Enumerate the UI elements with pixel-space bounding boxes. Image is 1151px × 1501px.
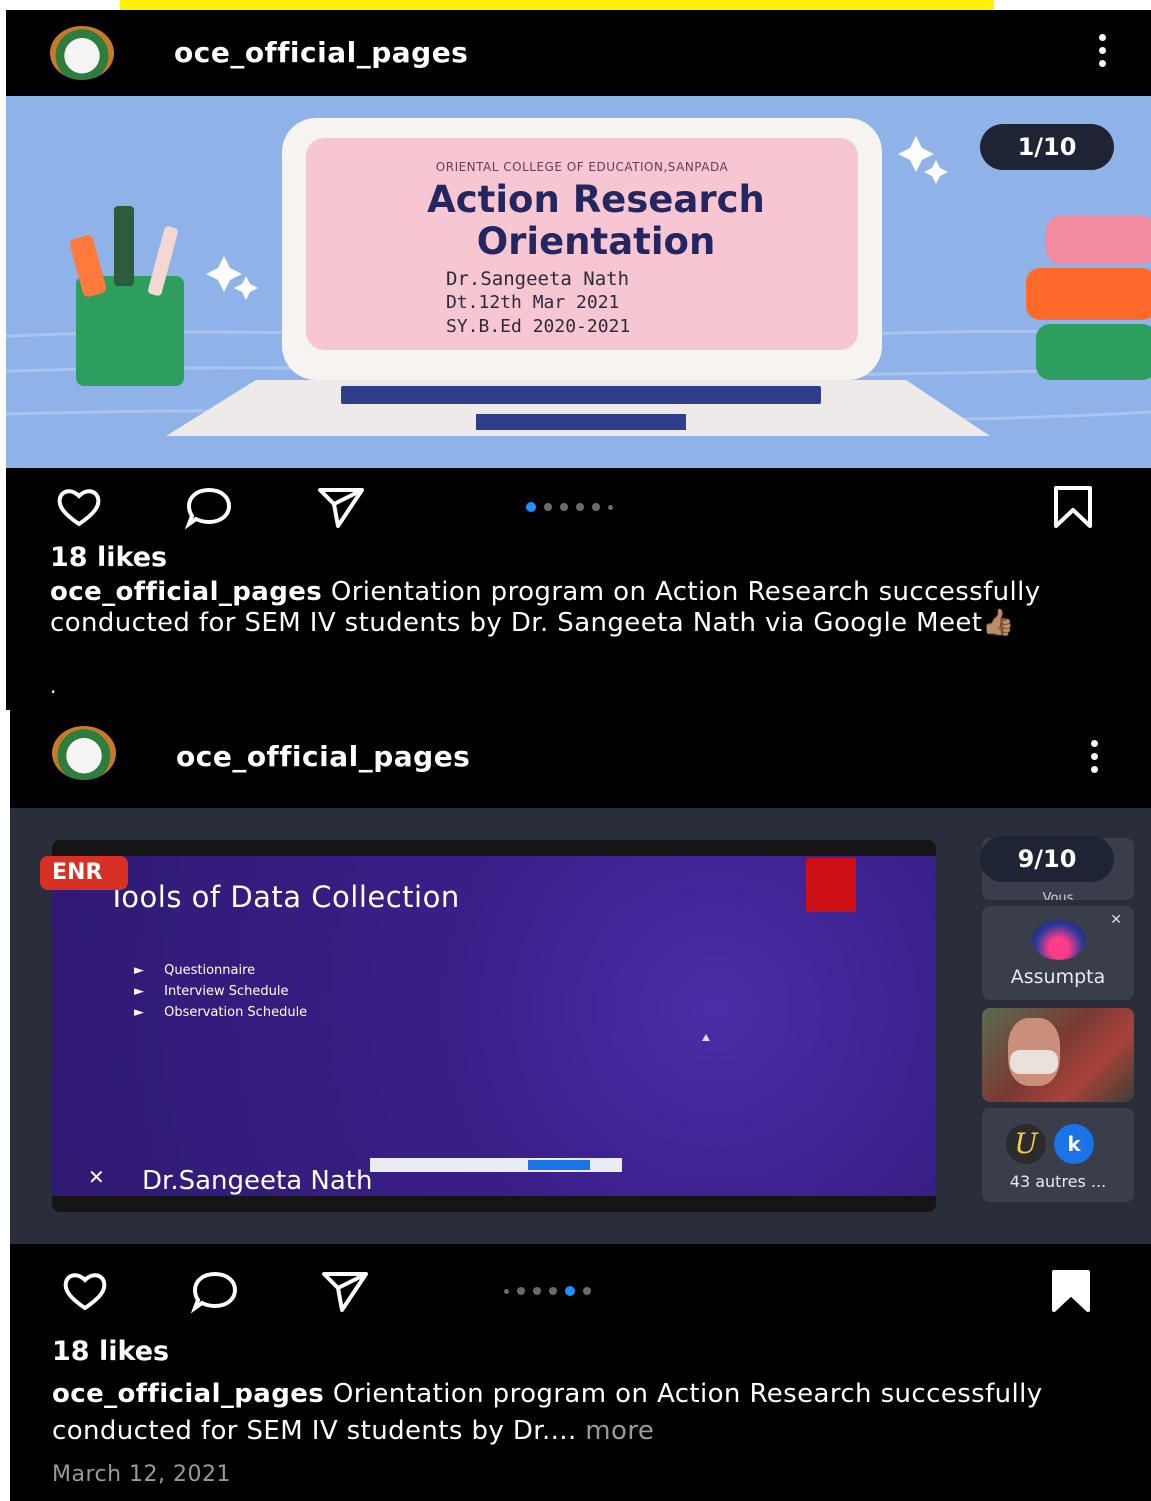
post-date: March 12, 2021 [52,1462,232,1487]
slide-red-block [806,858,856,912]
post-1: oce_official_pages ORIENTAL COLLEGE OF E… [6,10,1151,710]
meet-slide-title: Tools of Data Collection [108,880,460,914]
others-count: 43 autres ... [1009,1172,1107,1191]
post-media-carousel[interactable]: ORIENTAL COLLEGE OF EDUCATION,SANPADA Ac… [6,96,1151,468]
carousel-dot [592,503,600,511]
caption-username[interactable]: oce_official_pages [52,1379,324,1409]
carousel-dot [517,1287,525,1295]
like-heart-icon[interactable] [60,1266,110,1316]
save-bookmark-icon[interactable] [1048,482,1098,532]
carousel-dot-active [526,502,536,512]
top-highlight-bar [120,0,994,10]
caption-more-link[interactable]: more [577,1416,655,1446]
mouse-cursor-icon [702,1034,710,1041]
caption-username[interactable]: oce_official_pages [50,577,322,607]
slide-date: Dt.12th Mar 2021 [446,292,620,313]
participant-tile-video[interactable] [982,1008,1134,1102]
caption-emoji: 👍🏽 [982,608,1016,638]
carousel-dots [526,502,613,512]
slide-batch: SY.B.Ed 2020-2021 [446,316,631,337]
participant-name: Assumpta [1010,966,1106,988]
participant-avatar [1032,920,1086,960]
more-options-icon[interactable] [1089,740,1099,780]
self-tile-label: Vous [1042,891,1074,900]
slide-counter: 1/10 [980,124,1114,170]
participant-avatar-u: U [1006,1124,1046,1164]
post-2: oce_official_pages Tools of Data Collect… [10,710,1151,1501]
comment-icon[interactable] [190,1266,240,1316]
mic-muted-icon: ✕ [88,1165,105,1189]
share-send-icon[interactable] [316,482,366,532]
bullet-item: ► Questionnaire [134,963,256,978]
post-username[interactable]: oce_official_pages [176,740,470,773]
comment-icon[interactable] [184,482,234,532]
post-caption: oce_official_pages Orientation program o… [50,577,1130,639]
post-actions [10,1262,1151,1322]
bullet-item: ► Observation Schedule [134,1005,308,1020]
profile-avatar[interactable] [50,26,114,80]
likes-count[interactable]: 18 likes [50,542,167,573]
slide-title-line2: Orientation [476,220,716,263]
bullet-item: ► Interview Schedule [134,984,289,999]
slide-counter: 9/10 [980,836,1114,882]
post-header: oce_official_pages [10,710,1151,796]
meet-presentation: Tools of Data Collection ► Questionnaire… [52,840,936,1212]
like-heart-icon[interactable] [54,482,104,532]
slide-title-line1: Action Research [427,178,765,221]
participant-mask [1010,1050,1058,1074]
slide-college-name: ORIENTAL COLLEGE OF EDUCATION,SANPADA [435,160,729,174]
carousel-dot-active [565,1286,575,1296]
participant-avatar-k: k [1054,1124,1094,1164]
carousel-dot [608,504,613,510]
mic-muted-icon: ✕ [1110,912,1122,928]
carousel-dot [504,1288,509,1294]
more-options-icon[interactable] [1097,34,1107,74]
share-notice-bar [370,1158,622,1172]
slide-speaker: Dr.Sangeeta Nath [446,268,630,290]
post-header: oce_official_pages [6,10,1151,96]
recording-badge: ENR [40,856,128,890]
post-caption: oce_official_pages Orientation program o… [52,1376,1132,1450]
carousel-dot [576,503,584,511]
post-username[interactable]: oce_official_pages [174,36,468,69]
presenter-name: Dr.Sangeeta Nath [142,1166,373,1196]
carousel-dot [533,1287,541,1295]
carousel-dot [560,503,568,511]
carousel-dot [549,1287,557,1295]
participant-tile-others[interactable]: U k 43 autres ... [982,1108,1134,1202]
caption-extra-line: . [50,674,57,698]
share-send-icon[interactable] [320,1266,370,1316]
saved-bookmark-icon[interactable] [1046,1266,1096,1316]
carousel-dot [583,1287,591,1295]
meet-bullet-list: ► Questionnaire ► Interview Schedule ► O… [134,960,307,1023]
carousel-dot [544,503,552,511]
post-media-carousel[interactable]: Tools of Data Collection ► Questionnaire… [10,808,1151,1244]
participant-tile-assumpta[interactable]: ✕ Assumpta [982,906,1134,1000]
profile-avatar[interactable] [52,726,116,780]
carousel-dots [504,1286,591,1296]
share-notice-button[interactable] [528,1160,590,1170]
post-actions [6,478,1151,538]
likes-count[interactable]: 18 likes [52,1336,169,1367]
